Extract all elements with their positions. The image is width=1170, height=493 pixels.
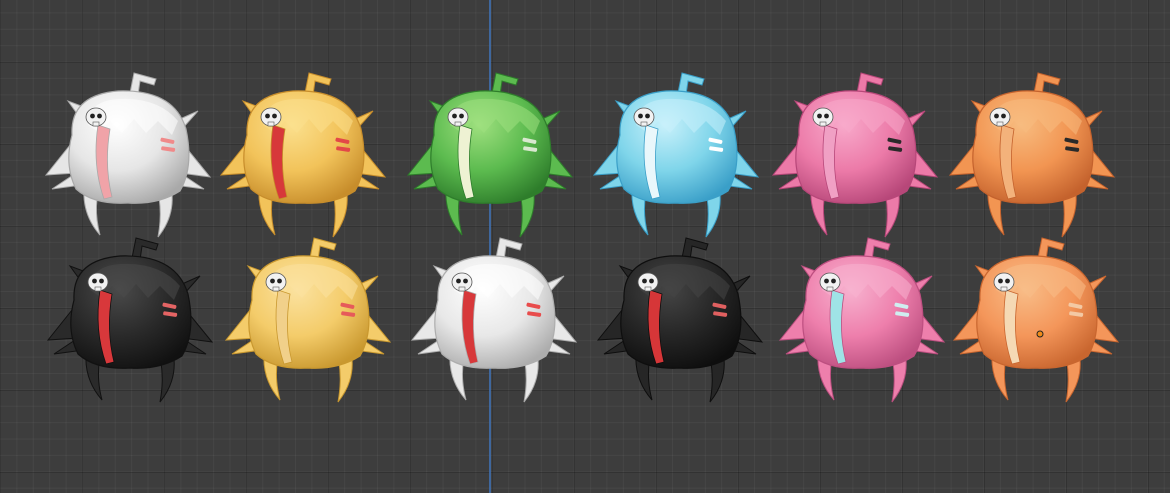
skull-clip-icon — [451, 272, 473, 292]
hair-model-orange-2[interactable] — [946, 220, 1126, 410]
hair-model-pink-2[interactable] — [772, 220, 952, 410]
hair-model-white[interactable] — [38, 55, 218, 245]
skull-clip-icon — [633, 107, 655, 127]
skull-clip-icon — [85, 107, 107, 127]
hair-model-black-2[interactable] — [590, 220, 770, 410]
skull-clip-icon — [260, 107, 282, 127]
hair-model-black[interactable] — [40, 220, 220, 410]
object-origin-icon — [1036, 330, 1044, 338]
hair-model-green[interactable] — [400, 55, 580, 245]
skull-clip-icon — [993, 272, 1015, 292]
hair-model-yellow[interactable] — [213, 55, 393, 245]
skull-clip-icon — [989, 107, 1011, 127]
skull-clip-icon — [812, 107, 834, 127]
skull-clip-icon — [819, 272, 841, 292]
3d-viewport[interactable] — [0, 0, 1170, 493]
hair-model-orange[interactable] — [942, 55, 1122, 245]
hair-model-blue[interactable] — [586, 55, 766, 245]
skull-clip-icon — [637, 272, 659, 292]
hair-model-white-2[interactable] — [404, 220, 584, 410]
skull-clip-icon — [265, 272, 287, 292]
skull-clip-icon — [447, 107, 469, 127]
skull-clip-icon — [87, 272, 109, 292]
hair-model-pink[interactable] — [765, 55, 945, 245]
hair-model-yellow-2[interactable] — [218, 220, 398, 410]
